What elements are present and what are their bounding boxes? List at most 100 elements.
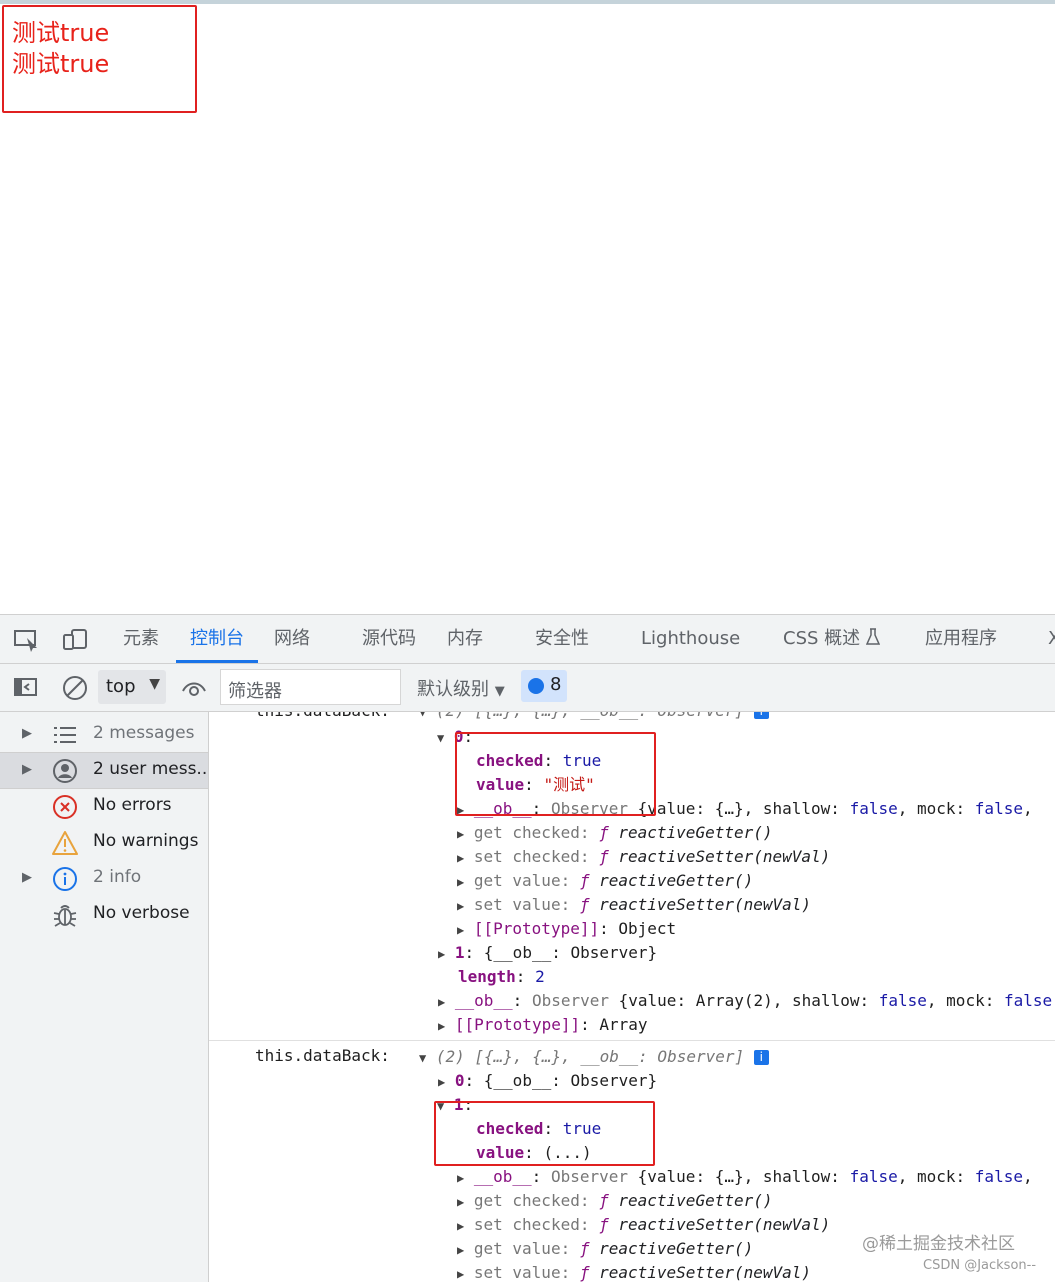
- collapsed-arrow-icon[interactable]: ▶: [457, 803, 464, 817]
- filter-input[interactable]: 筛选器: [220, 669, 401, 705]
- watermark-sub: CSDN @Jackson--: [923, 1258, 1037, 1273]
- prop-set-value[interactable]: ▶ set value: ƒ reactiveSetter(newVal): [457, 894, 811, 917]
- collapsed-arrow-icon[interactable]: ▶: [457, 1195, 464, 1209]
- log-label: this.dataBack:: [255, 1045, 390, 1067]
- info-badge-icon[interactable]: i: [753, 712, 769, 719]
- collapsed-arrow-icon[interactable]: ▶: [457, 1171, 464, 1185]
- tab-sources[interactable]: 源代码: [362, 615, 416, 662]
- tree-row-index-0[interactable]: ▼ 0:: [437, 726, 473, 749]
- function-f-icon: ƒ: [599, 1191, 619, 1210]
- prop-get-checked[interactable]: ▶ get checked: ƒ reactiveGetter(): [457, 822, 773, 845]
- collapsed-arrow-icon[interactable]: ▶: [438, 1019, 445, 1033]
- collapsed-arrow-icon[interactable]: ▶: [457, 827, 464, 841]
- prop-set-value[interactable]: ▶ set value: ƒ reactiveSetter(newVal): [457, 1262, 811, 1282]
- log-summary[interactable]: ▼ (2) [{…}, {…}, __ob__: Observer] i: [419, 1046, 769, 1069]
- prop-set-checked[interactable]: ▶ set checked: ƒ reactiveSetter(newVal): [457, 846, 830, 869]
- prop-get-value[interactable]: ▶ get value: ƒ reactiveGetter(): [457, 1238, 753, 1261]
- toggle-sidebar-icon[interactable]: [13, 676, 39, 698]
- tab-application[interactable]: 应用程序: [925, 615, 997, 662]
- tab-elements[interactable]: 元素: [123, 615, 159, 662]
- collapsed-arrow-icon[interactable]: ▶: [438, 947, 445, 961]
- sidebar-item-label: 2 info: [93, 867, 142, 887]
- info-badge-icon[interactable]: i: [753, 1050, 769, 1065]
- key: 1: [453, 1095, 464, 1114]
- sidebar-item-label: No verbose: [93, 903, 190, 923]
- accessor-label: get value:: [473, 1239, 580, 1258]
- tab-security[interactable]: 安全性: [535, 615, 589, 662]
- collapsed-arrow-icon[interactable]: ▶: [457, 923, 464, 937]
- expanded-arrow-icon[interactable]: ▼: [419, 1051, 426, 1065]
- expanded-arrow-icon[interactable]: ▼: [437, 731, 444, 745]
- tab-overflow[interactable]: X: [1048, 615, 1055, 662]
- collapsed-arrow-icon[interactable]: ▶: [457, 899, 464, 913]
- expand-arrow-icon[interactable]: ▶: [22, 762, 32, 777]
- prop-set-checked[interactable]: ▶ set checked: ƒ reactiveSetter(newVal): [457, 1214, 830, 1237]
- collapsed-arrow-icon[interactable]: ▶: [457, 1219, 464, 1233]
- prop-value[interactable]: value: (...): [476, 1142, 592, 1164]
- tab-css-overview[interactable]: CSS 概述: [783, 615, 881, 662]
- error-icon: [52, 794, 78, 820]
- accessor-label: get checked:: [473, 1191, 600, 1210]
- prop-checked: checked: true: [476, 1119, 602, 1138]
- key: [[Prototype]]: [454, 1015, 581, 1034]
- accessor-label: set checked:: [473, 847, 600, 866]
- warning-icon: [52, 830, 78, 856]
- expand-arrow-icon[interactable]: ▶: [22, 870, 32, 885]
- function-f-icon: ƒ: [599, 1215, 619, 1234]
- issues-badge[interactable]: 8: [521, 670, 567, 702]
- prop-array-ob[interactable]: ▶ __ob__: Observer {value: Array(2), sha…: [438, 990, 1052, 1013]
- sidebar-item-verbose[interactable]: No verbose: [0, 897, 208, 932]
- value-false: false: [849, 799, 898, 818]
- prop-get-value[interactable]: ▶ get value: ƒ reactiveGetter(): [457, 870, 753, 893]
- tree-row-index-1[interactable]: ▶ 1: {__ob__: Observer}: [438, 942, 657, 965]
- page-output: 测试true 测试true: [12, 18, 109, 80]
- value-false: false: [974, 1167, 1023, 1186]
- tab-network[interactable]: 网络: [274, 615, 310, 662]
- console-output: this.dataBack: ▼ (2) [{…}, {…}, __ob__: …: [209, 712, 1055, 1282]
- lazy-value[interactable]: (...): [543, 1143, 591, 1162]
- collapsed-arrow-icon[interactable]: ▶: [457, 875, 464, 889]
- info-icon: [52, 866, 78, 892]
- tab-console[interactable]: 控制台: [176, 615, 258, 663]
- tab-memory[interactable]: 内存: [447, 615, 483, 662]
- accessor-label: set value:: [473, 1263, 580, 1282]
- observer-text: Observer: [550, 799, 628, 818]
- collapsed-arrow-icon[interactable]: ▶: [457, 1243, 464, 1257]
- prop-length: length: 2: [458, 967, 545, 986]
- context-selector[interactable]: top ▼: [98, 670, 166, 704]
- sidebar-item-info[interactable]: ▶ 2 info: [0, 861, 208, 896]
- inspect-element-icon[interactable]: [12, 625, 42, 653]
- tree-row-index-1[interactable]: ▼ 1:: [437, 1094, 473, 1117]
- function-f-icon: ƒ: [579, 1239, 600, 1258]
- function-f-icon: ƒ: [579, 1263, 600, 1282]
- value-true: true: [562, 1119, 602, 1138]
- preview: {value: {…}, shallow:: [637, 799, 850, 818]
- log-levels-dropdown[interactable]: 默认级别 ▼: [417, 675, 505, 701]
- live-expression-eye-icon[interactable]: [180, 676, 208, 700]
- collapsed-arrow-icon[interactable]: ▶: [438, 995, 445, 1009]
- sidebar-item-warnings[interactable]: No warnings: [0, 825, 208, 860]
- expand-arrow-icon[interactable]: ▶: [22, 726, 32, 741]
- collapsed-arrow-icon[interactable]: ▶: [457, 851, 464, 865]
- prop-ob[interactable]: ▶ __ob__: Observer {value: {…}, shallow:…: [457, 1166, 1033, 1189]
- sidebar-item-messages[interactable]: ▶ 2 messages: [0, 717, 208, 752]
- prop-get-checked[interactable]: ▶ get checked: ƒ reactiveGetter(): [457, 1190, 773, 1213]
- expanded-arrow-icon[interactable]: ▼: [419, 712, 426, 719]
- observer-text: Observer: [550, 1167, 628, 1186]
- log-label: this.dataBack:: [255, 712, 390, 722]
- device-toolbar-icon[interactable]: [60, 625, 90, 653]
- prop-prototype[interactable]: ▶ [[Prototype]]: Object: [457, 918, 676, 941]
- function-name: reactiveSetter(newVal): [599, 1263, 812, 1282]
- expanded-arrow-icon[interactable]: ▼: [437, 1099, 444, 1113]
- tab-lighthouse[interactable]: Lighthouse: [641, 615, 740, 662]
- prop-array-prototype[interactable]: ▶ [[Prototype]]: Array: [438, 1014, 648, 1037]
- prop-ob[interactable]: ▶ __ob__: Observer {value: {…}, shallow:…: [457, 798, 1033, 821]
- collapsed-arrow-icon[interactable]: ▶: [438, 1075, 445, 1089]
- sidebar-item-errors[interactable]: No errors: [0, 789, 208, 824]
- sidebar-item-user-messages[interactable]: ▶ 2 user mess...: [0, 753, 213, 788]
- collapsed-arrow-icon[interactable]: ▶: [457, 1267, 464, 1281]
- tree-row-index-0[interactable]: ▶ 0: {__ob__: Observer}: [438, 1070, 657, 1093]
- function-name: reactiveGetter(): [618, 1191, 773, 1210]
- clear-console-icon[interactable]: [61, 674, 89, 702]
- log-summary[interactable]: ▼ (2) [{…}, {…}, __ob__: Observer] i: [419, 712, 769, 723]
